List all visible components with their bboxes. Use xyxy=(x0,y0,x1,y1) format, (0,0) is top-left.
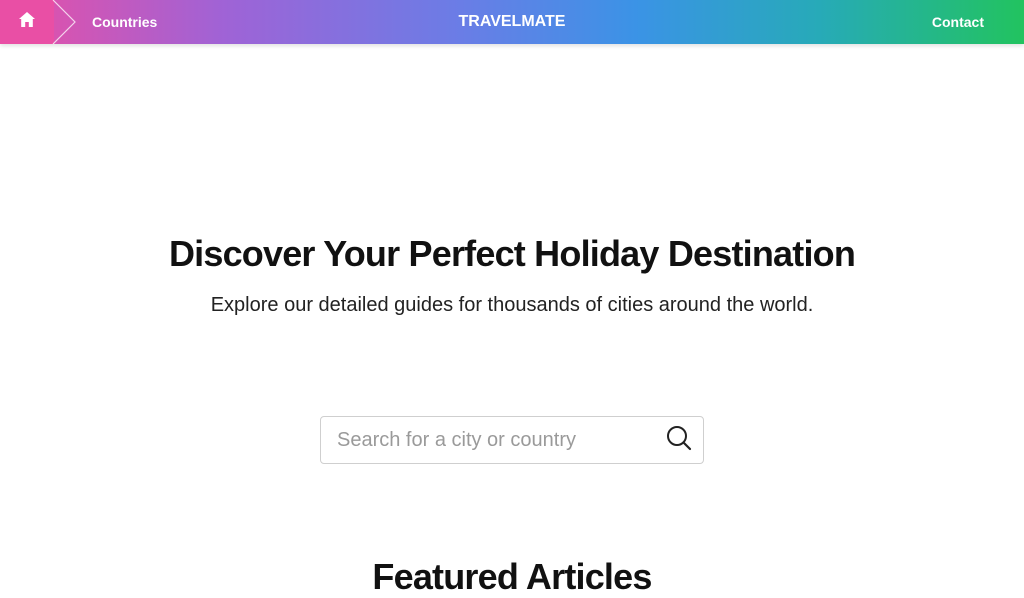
search-button[interactable] xyxy=(665,425,693,456)
hero-subtitle: Explore our detailed guides for thousand… xyxy=(210,294,814,316)
search-box xyxy=(320,416,704,464)
breadcrumb-countries-link[interactable]: Countries xyxy=(92,0,157,44)
featured-articles-heading: Featured Articles xyxy=(372,556,652,597)
contact-link[interactable]: Contact xyxy=(932,0,984,44)
search-icon xyxy=(666,425,692,456)
top-navigation-bar: Countries TRAVELMATE Contact xyxy=(0,0,1024,45)
chevron-right-icon xyxy=(52,0,76,45)
hero-title: Discover Your Perfect Holiday Destinatio… xyxy=(168,233,856,274)
search-input[interactable] xyxy=(337,417,657,463)
home-icon xyxy=(18,11,36,33)
home-button[interactable] xyxy=(0,0,54,44)
